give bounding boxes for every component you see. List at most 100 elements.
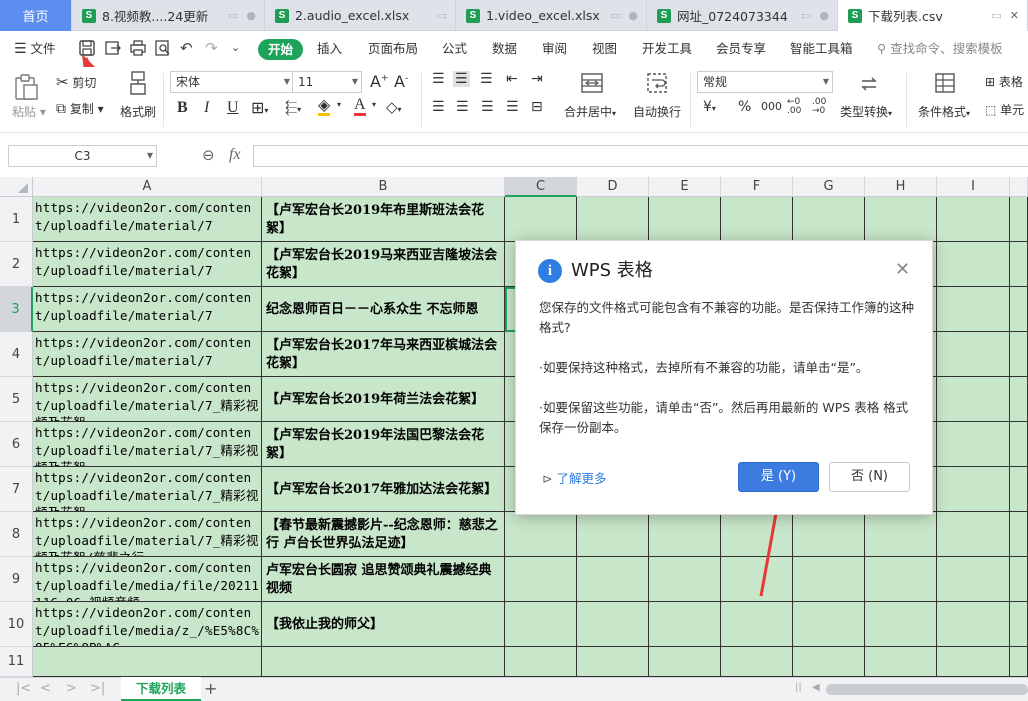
align-left-icon[interactable]: ☰	[432, 99, 445, 115]
underline-icon[interactable]: U	[227, 99, 239, 117]
learn-more-link[interactable]: ⊳ 了解更多	[542, 468, 606, 487]
cell[interactable]	[937, 242, 1010, 287]
row-header[interactable]: 2	[0, 242, 33, 287]
zoom-icon[interactable]: ⊖	[202, 146, 215, 164]
cell[interactable]	[505, 602, 577, 647]
align-bottom-icon[interactable]: ☰	[480, 71, 493, 87]
row-header[interactable]: 8	[0, 512, 33, 557]
format-painter-button[interactable]: 格式刷	[120, 103, 156, 120]
cell-title[interactable]: 【卢军宏台长2019马来西亚吉隆坡法会花絮】	[262, 242, 505, 287]
decrease-decimal-icon[interactable]: .00 →0	[812, 98, 826, 116]
merge-center-button[interactable]: 合并居中▾	[564, 103, 616, 120]
cell[interactable]	[793, 647, 865, 677]
cell[interactable]	[1010, 647, 1028, 677]
format-painter-icon[interactable]	[127, 70, 149, 98]
cell[interactable]	[865, 197, 937, 242]
tab-home[interactable]: 首页	[0, 0, 72, 31]
menu-file[interactable]: ☰ 文件	[14, 31, 56, 67]
cell-url[interactable]: https://videon2or.com/content/uploadfile…	[33, 512, 262, 557]
menu-review[interactable]: 审阅	[542, 31, 567, 67]
cell[interactable]	[937, 332, 1010, 377]
paste-icon[interactable]	[12, 73, 40, 101]
cell-url[interactable]: https://videon2or.com/content/uploadfile…	[33, 377, 262, 422]
cell-url[interactable]: https://videon2or.com/content/uploadfile…	[33, 602, 262, 647]
cell-title[interactable]: 卢军宏台长圆寂 追思赞颂典礼震撼经典视频	[262, 557, 505, 602]
font-color-icon[interactable]: A	[354, 97, 366, 116]
cell[interactable]	[649, 647, 721, 677]
column-header-i[interactable]: I	[937, 177, 1010, 197]
cell-title[interactable]	[262, 647, 505, 677]
menu-start[interactable]: 开始	[258, 39, 304, 60]
justify-icon[interactable]: ☰	[506, 99, 519, 115]
cell-title[interactable]: 【我依止我的师父】	[262, 602, 505, 647]
no-button[interactable]: 否 (N)	[829, 462, 910, 492]
cell-url[interactable]: https://videon2or.com/content/uploadfile…	[33, 557, 262, 602]
menu-insert[interactable]: 插入	[317, 31, 342, 67]
cell-title[interactable]: 纪念恩师百日－－心系众生 不忘师恩	[262, 287, 505, 332]
add-sheet-icon[interactable]: +	[204, 679, 217, 698]
cell[interactable]	[793, 197, 865, 242]
cell-url[interactable]: https://videon2or.com/content/uploadfile…	[33, 422, 262, 467]
chevron-down-icon[interactable]: ▾	[372, 100, 376, 109]
column-header-h[interactable]: H	[865, 177, 937, 197]
cell[interactable]	[937, 512, 1010, 557]
cell[interactable]	[937, 602, 1010, 647]
row-header[interactable]: 6	[0, 422, 33, 467]
cell[interactable]	[937, 377, 1010, 422]
cell[interactable]	[505, 557, 577, 602]
tab-url-file[interactable]: S 网址_0724073344 ▭ ●	[647, 0, 838, 31]
menu-smart-tools[interactable]: 智能工具箱	[790, 31, 853, 67]
sheet-tab-download-list[interactable]: 下载列表	[121, 677, 201, 701]
row-header[interactable]: 11	[0, 647, 33, 677]
increase-decimal-icon[interactable]: ←0.00	[787, 98, 801, 116]
close-icon[interactable]: ✕	[1010, 9, 1019, 22]
cell[interactable]	[937, 557, 1010, 602]
menu-page-layout[interactable]: 页面布局	[368, 31, 418, 67]
number-format-select[interactable]: 常规 ▼	[697, 71, 833, 93]
menu-dev-tools[interactable]: 开发工具	[642, 31, 692, 67]
cell[interactable]	[865, 647, 937, 677]
cell[interactable]	[937, 197, 1010, 242]
cell[interactable]	[649, 557, 721, 602]
cell[interactable]	[793, 557, 865, 602]
decrease-font-icon[interactable]: A-	[394, 72, 408, 91]
redo-icon[interactable]: ↷	[205, 40, 218, 56]
indent-decrease-icon[interactable]: ⇤	[506, 71, 518, 87]
cut-button[interactable]: ✂ 剪切	[56, 73, 96, 91]
cell-url[interactable]: https://videon2or.com/content/uploadfile…	[33, 287, 262, 332]
cell-url[interactable]	[33, 647, 262, 677]
column-header-e[interactable]: E	[649, 177, 721, 197]
first-sheet-icon[interactable]: |<	[16, 681, 31, 696]
formula-input[interactable]	[253, 145, 1028, 167]
menu-view[interactable]: 视图	[592, 31, 617, 67]
align-middle-icon[interactable]: ☰	[453, 71, 470, 87]
cell[interactable]	[577, 512, 649, 557]
cell[interactable]	[1010, 512, 1028, 557]
next-sheet-icon[interactable]: >	[66, 681, 77, 696]
cell-url[interactable]: https://videon2or.com/content/uploadfile…	[33, 467, 262, 512]
split-handle-icon[interactable]: ||	[795, 682, 802, 693]
wrap-text-button[interactable]: 自动换行	[633, 103, 681, 120]
cell-title[interactable]: 【卢军宏台长2019年荷兰法会花絮】	[262, 377, 505, 422]
column-header-b[interactable]: B	[262, 177, 505, 197]
row-header[interactable]: 4	[0, 332, 33, 377]
font-size-select[interactable]: 11 ▼	[292, 71, 362, 93]
command-search[interactable]: ⚲ 查找命令、搜索模板	[877, 31, 1003, 67]
font-family-select[interactable]: 宋体 ▼	[170, 71, 294, 93]
cell[interactable]	[721, 602, 793, 647]
tab-video-excel[interactable]: S 1.video_excel.xlsx ▭ ●	[456, 0, 647, 31]
row-header[interactable]: 7	[0, 467, 33, 512]
conditional-format-icon[interactable]	[934, 72, 956, 94]
eraser-icon[interactable]: ◇▾	[386, 98, 402, 116]
cell[interactable]	[793, 512, 865, 557]
menu-formula[interactable]: 公式	[442, 31, 467, 67]
cell[interactable]	[721, 647, 793, 677]
last-sheet-icon[interactable]: >|	[90, 681, 105, 696]
scroll-left-icon[interactable]: ◀	[812, 682, 820, 693]
yes-button[interactable]: 是 (Y)	[738, 462, 819, 492]
cell[interactable]	[577, 557, 649, 602]
print-preview-icon[interactable]	[154, 39, 172, 57]
cell[interactable]	[649, 197, 721, 242]
cell[interactable]	[1010, 197, 1028, 242]
cell[interactable]	[1010, 287, 1028, 332]
